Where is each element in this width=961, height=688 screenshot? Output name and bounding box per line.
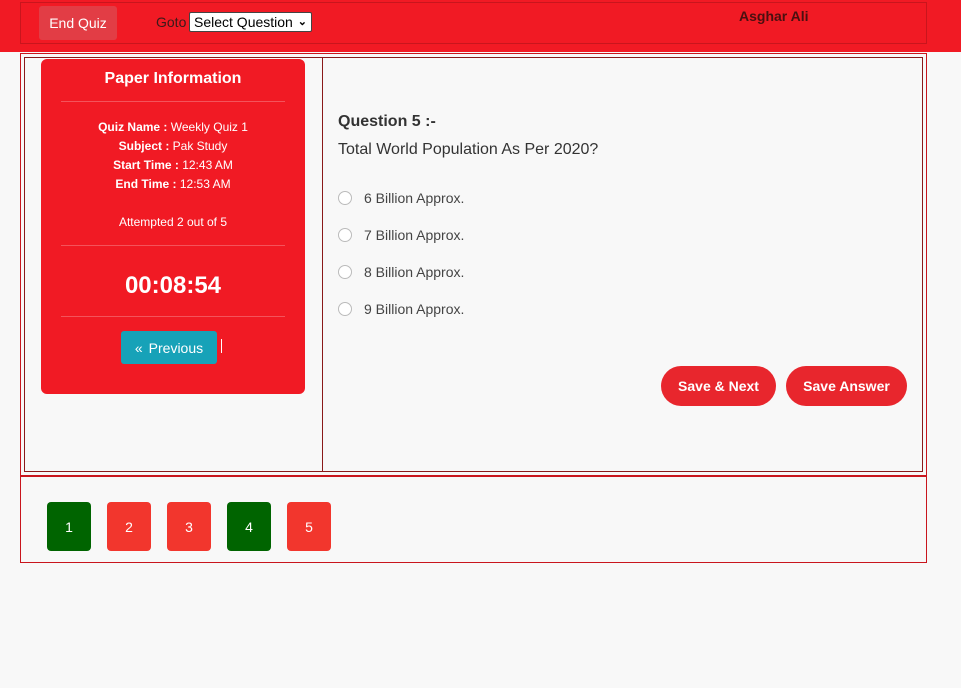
option-4[interactable]: 9 Billion Approx. — [338, 300, 464, 318]
end-time-value: 12:53 AM — [176, 177, 231, 191]
chevron-down-icon: ⌄ — [297, 16, 307, 28]
start-time-value: 12:43 AM — [178, 158, 233, 172]
end-time-line: End Time : 12:53 AM — [41, 177, 305, 191]
subject-value: Pak Study — [169, 139, 228, 153]
divider — [61, 101, 285, 102]
question-nav-button-4[interactable]: 4 — [227, 502, 271, 551]
quiz-name-value: Weekly Quiz 1 — [167, 120, 248, 134]
goto-select-value: Select Question — [194, 14, 293, 30]
save-and-next-button[interactable]: Save & Next — [661, 366, 776, 406]
radio-button[interactable] — [338, 302, 352, 316]
end-time-key: End Time : — [115, 177, 177, 191]
goto-label: Goto — [156, 14, 187, 30]
double-chevron-left-icon: « — [134, 339, 143, 356]
option-label: 7 Billion Approx. — [364, 227, 465, 243]
question-nav-button-1[interactable]: 1 — [47, 502, 91, 551]
question-nav-button-3[interactable]: 3 — [167, 502, 211, 551]
end-quiz-button[interactable]: End Quiz — [39, 6, 117, 40]
save-answer-button[interactable]: Save Answer — [786, 366, 907, 406]
subject-line: Subject : Pak Study — [41, 139, 305, 153]
start-time-line: Start Time : 12:43 AM — [41, 158, 305, 172]
option-label: 6 Billion Approx. — [364, 190, 465, 206]
countdown-timer: 00:08:54 — [124, 272, 222, 299]
previous-label: Previous — [148, 339, 204, 356]
divider — [61, 245, 285, 246]
user-name: Asghar Ali — [739, 8, 809, 24]
paper-info-title: Paper Information — [104, 70, 242, 87]
radio-button[interactable] — [338, 265, 352, 279]
goto-question-select[interactable]: Select Question ⌄ — [189, 12, 312, 32]
option-1[interactable]: 6 Billion Approx. — [338, 189, 464, 207]
subject-key: Subject : — [118, 139, 170, 153]
text-cursor — [221, 339, 222, 353]
question-nav-button-5[interactable]: 5 — [287, 502, 331, 551]
option-3[interactable]: 8 Billion Approx. — [338, 263, 464, 281]
question-nav-button-2[interactable]: 2 — [107, 502, 151, 551]
paper-info-card: Paper Information Quiz Name : Weekly Qui… — [41, 59, 305, 394]
start-time-key: Start Time : — [113, 158, 179, 172]
previous-button[interactable]: « Previous — [121, 331, 217, 364]
attempted-count: Attempted 2 out of 5 — [118, 215, 228, 229]
option-label: 9 Billion Approx. — [364, 301, 465, 317]
radio-button[interactable] — [338, 191, 352, 205]
quiz-name-line: Quiz Name : Weekly Quiz 1 — [41, 120, 305, 134]
question-text: Total World Population As Per 2020? — [338, 141, 599, 158]
question-navigation-panel — [20, 476, 927, 563]
option-2[interactable]: 7 Billion Approx. — [338, 226, 464, 244]
question-number: Question 5 :- — [338, 113, 436, 130]
quiz-name-key: Quiz Name : — [98, 120, 168, 134]
radio-button[interactable] — [338, 228, 352, 242]
option-label: 8 Billion Approx. — [364, 264, 465, 280]
divider — [61, 316, 285, 317]
